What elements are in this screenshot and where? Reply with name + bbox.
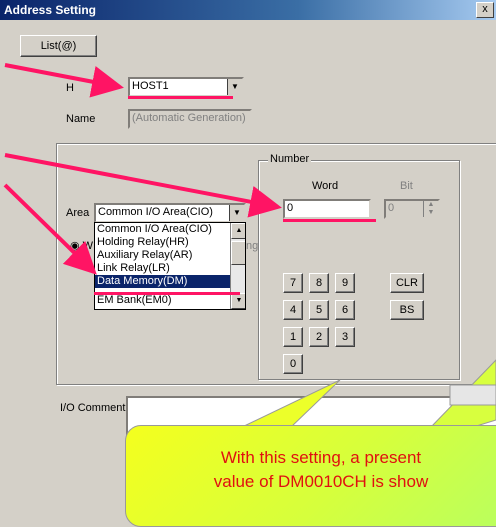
io-comment-label: I/O Comment xyxy=(60,402,126,414)
key-9[interactable]: 9 xyxy=(335,273,355,293)
host-label: H xyxy=(66,82,74,94)
bs-button[interactable]: BS xyxy=(390,300,424,320)
radio-button[interactable]: ◉ W xyxy=(70,239,93,252)
chevron-down-icon[interactable]: ▼ xyxy=(227,79,242,95)
bit-input: 0 ▲ ▼ xyxy=(384,199,440,219)
area-option[interactable]: Link Relay(LR) xyxy=(95,262,245,275)
highlight-underline-dm xyxy=(94,292,240,295)
area-dropdown-list[interactable]: Common I/O Area(CIO) Holding Relay(HR) A… xyxy=(94,222,246,310)
key-3[interactable]: 3 xyxy=(335,327,355,347)
key-5[interactable]: 5 xyxy=(309,300,329,320)
window-title: Address Setting xyxy=(4,3,97,17)
word-input[interactable]: 0 xyxy=(283,199,371,219)
number-group xyxy=(258,160,460,380)
bit-value: 0 xyxy=(388,202,395,214)
area-option[interactable]: Auxiliary Relay(AR) xyxy=(95,249,245,262)
scroll-thumb[interactable] xyxy=(231,241,245,265)
key-4[interactable]: 4 xyxy=(283,300,303,320)
name-label: Name xyxy=(66,113,96,125)
area-combo[interactable]: Common I/O Area(CIO) ▼ xyxy=(94,203,246,223)
host-combo[interactable]: HOST1 ▼ xyxy=(128,77,244,97)
key-0[interactable]: 0 xyxy=(283,354,303,374)
area-value: Common I/O Area(CIO) xyxy=(98,206,213,218)
number-group-label: Number xyxy=(268,153,312,165)
key-7[interactable]: 7 xyxy=(283,273,303,293)
close-button[interactable]: x xyxy=(476,2,494,18)
key-1[interactable]: 1 xyxy=(283,327,303,347)
area-option-selected[interactable]: Data Memory(DM) xyxy=(95,275,245,288)
radio-label: W xyxy=(82,240,94,252)
highlight-underline-host xyxy=(128,96,233,99)
scroll-down-icon[interactable]: ▼ xyxy=(231,293,245,309)
word-value: 0 xyxy=(287,202,294,214)
chevron-down-icon[interactable]: ▼ xyxy=(229,205,244,221)
highlight-underline-word xyxy=(283,219,376,222)
key-6[interactable]: 6 xyxy=(335,300,355,320)
host-value: HOST1 xyxy=(132,80,169,92)
scroll-up-icon[interactable]: ▲ xyxy=(231,223,245,239)
name-value: (Automatic Generation) xyxy=(132,112,246,124)
name-field: (Automatic Generation) xyxy=(128,109,252,129)
area-option[interactable]: EM Bank(EM0) xyxy=(95,294,245,307)
arrow-to-host xyxy=(4,63,124,98)
title-bar: Address Setting x xyxy=(0,0,496,20)
key-2[interactable]: 2 xyxy=(309,327,329,347)
area-option[interactable]: Holding Relay(HR) xyxy=(95,236,245,249)
callout-line-1: With this setting, a present xyxy=(220,448,422,467)
clr-button[interactable]: CLR xyxy=(390,273,424,293)
list-button[interactable]: List(@) xyxy=(20,35,97,57)
key-8[interactable]: 8 xyxy=(309,273,329,293)
bit-label: Bit xyxy=(400,180,413,192)
word-label: Word xyxy=(312,180,339,192)
area-option[interactable]: Common I/O Area(CIO) xyxy=(95,223,245,236)
scrollbar[interactable]: ▲ ▼ xyxy=(230,223,245,309)
bit-spinner-icon: ▲ ▼ xyxy=(423,201,438,217)
partial-text: ng xyxy=(246,240,259,252)
callout-line-2: value of DM0010CH is show xyxy=(213,472,429,491)
callout-balloon: With this setting, a present value of DM… xyxy=(125,425,496,527)
area-label: Area xyxy=(66,207,90,219)
